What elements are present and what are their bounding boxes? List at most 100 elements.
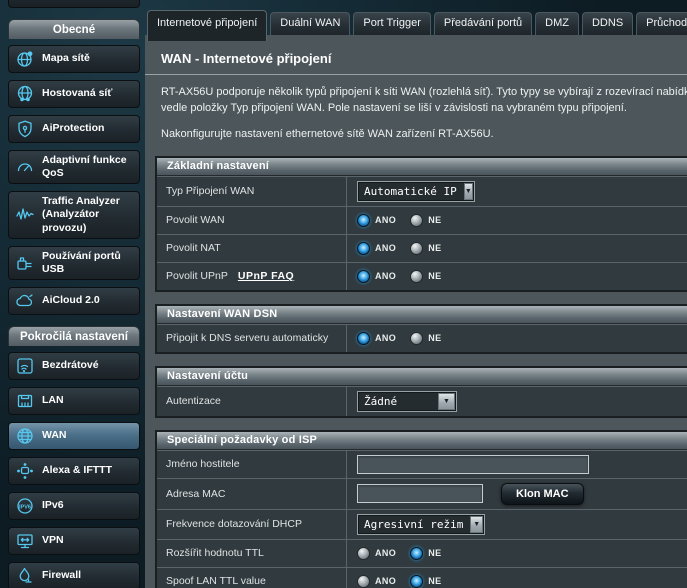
wan-dns-table: Nastavení WAN DSN Připojit k DNS serveru…: [155, 304, 687, 354]
row-label: Adresa MAC: [157, 479, 347, 509]
network-map-icon: [15, 49, 35, 69]
monitor-icon: [15, 531, 35, 551]
hostname-input[interactable]: [357, 455, 589, 474]
table-row: Rozšířit hodnotu TTL ANO NE: [157, 539, 687, 567]
sidebar: Rychlé nastavení Internetu Obecné Mapa s…: [0, 0, 140, 588]
table-row: Spoof LAN TTL value ANO NE: [157, 567, 687, 588]
sidebar-item-label: Mapa sítě: [42, 52, 90, 65]
upnp-faq-link[interactable]: UPnP FAQ: [238, 270, 294, 282]
table-row: Povolit NAT ANO NE: [157, 234, 687, 262]
table-row: Autentizace Žádné ▼: [157, 386, 687, 416]
radio-no[interactable]: [410, 547, 423, 560]
sidebar-item-aiprotection[interactable]: AiProtection: [8, 115, 140, 143]
sidebar-item-label: WAN: [42, 429, 67, 442]
wan-settings-panel: WAN - Internetové připojení RT-AX56U pod…: [145, 35, 687, 588]
enable-upnp-radio-group: ANO NE: [357, 270, 451, 283]
sidebar-item-ipv6[interactable]: IPV6 IPv6: [8, 492, 140, 520]
sidebar-item-label: Bezdrátové: [42, 359, 99, 372]
tab-nat-passthrough[interactable]: Průchod NAT: [636, 12, 687, 35]
quick-setup-icon: [15, 0, 35, 3]
sidebar-item-usb-application[interactable]: Používání portů USB: [8, 246, 140, 280]
gauge-icon: [15, 157, 35, 177]
main-content: Internetové připojení Duální WAN Port Tr…: [140, 0, 687, 588]
page-description-2: Nakonfigurujte nastavení ethernetové sít…: [145, 127, 687, 143]
spoof-lan-ttl-radio-group: ANO NE: [357, 575, 451, 588]
basic-settings-table: Základní nastavení Typ Připojení WAN Aut…: [155, 156, 687, 292]
tab-port-forwarding[interactable]: Předávání portů: [434, 12, 532, 35]
tab-ddns[interactable]: DDNS: [582, 12, 633, 35]
dhcp-query-frequency-select[interactable]: Agresivní režim ▼: [357, 514, 485, 535]
radio-no[interactable]: [410, 270, 423, 283]
row-label: Jméno hostitele: [157, 451, 347, 478]
tab-dual-wan[interactable]: Duální WAN: [270, 12, 350, 35]
chevron-down-icon: ▼: [464, 183, 473, 200]
sidebar-item-firewall[interactable]: Firewall: [8, 562, 140, 588]
sidebar-item-vpn[interactable]: VPN: [8, 527, 140, 555]
table-row: Jméno hostitele: [157, 450, 687, 478]
radio-yes[interactable]: [357, 332, 370, 345]
table-row: Frekvence dotazování DHCP Agresivní reži…: [157, 509, 687, 539]
radio-yes[interactable]: [357, 214, 370, 227]
sidebar-item-aicloud[interactable]: AiCloud 2.0: [8, 287, 140, 315]
extend-ttl-radio-group: ANO NE: [357, 547, 451, 560]
row-label: Připojit k DNS serveru automaticky: [157, 325, 347, 352]
sidebar-item-label: Hostovaná síť: [42, 87, 112, 100]
router-admin-page: Rychlé nastavení Internetu Obecné Mapa s…: [0, 0, 687, 588]
enable-nat-radio-group: ANO NE: [357, 242, 451, 255]
tab-port-trigger[interactable]: Port Trigger: [353, 12, 430, 35]
section-title: Nastavení WAN DSN: [157, 306, 687, 324]
sidebar-item-lan[interactable]: LAN: [8, 387, 140, 415]
usb-icon: [15, 253, 35, 273]
sidebar-item-adaptive-qos[interactable]: Adaptivní funkce QoS: [8, 150, 140, 184]
sidebar-item-label: Firewall: [42, 569, 81, 582]
isp-requirements-table: Speciální požadavky od ISP Jméno hostite…: [155, 430, 687, 588]
tab-dmz[interactable]: DMZ: [535, 12, 579, 35]
table-row: Připojit k DNS serveru automaticky ANO N…: [157, 324, 687, 352]
row-label: Povolit NAT: [157, 235, 347, 262]
guest-network-icon: [15, 84, 35, 104]
sidebar-item-label: Alexa & IFTTT: [42, 464, 112, 477]
radio-no[interactable]: [410, 332, 423, 345]
sidebar-item-alexa-ifttt[interactable]: Alexa & IFTTT: [8, 457, 140, 485]
radio-no[interactable]: [410, 242, 423, 255]
sidebar-item-label: Používání portů USB: [42, 250, 136, 276]
mac-address-input[interactable]: [357, 484, 483, 503]
chevron-down-icon: ▼: [438, 393, 455, 410]
radio-yes[interactable]: [357, 575, 370, 588]
table-row: Povolit WAN ANO NE: [157, 206, 687, 234]
lan-port-icon: [15, 391, 35, 411]
radio-no[interactable]: [410, 214, 423, 227]
authentication-select[interactable]: Žádné ▼: [357, 391, 457, 412]
radio-no[interactable]: [410, 575, 423, 588]
sidebar-item-label: VPN: [42, 534, 64, 547]
section-title: Nastavení účtu: [157, 368, 687, 386]
wan-connection-type-select[interactable]: Automatické IP ▼: [357, 181, 475, 202]
page-title: WAN - Internetové připojení: [145, 49, 687, 75]
sidebar-item-label: Traffic Analyzer (Analyzátor provozu): [42, 195, 136, 234]
section-title: Základní nastavení: [157, 158, 687, 176]
flame-icon: [15, 566, 35, 586]
sidebar-item-network-map[interactable]: Mapa sítě: [8, 45, 140, 73]
chevron-down-icon: ▼: [470, 516, 483, 533]
page-description-1: RT-AX56U podporuje několik typů připojen…: [145, 85, 687, 117]
sidebar-item-label: Adaptivní funkce QoS: [42, 154, 136, 180]
radio-yes[interactable]: [357, 242, 370, 255]
sidebar-item-guest-network[interactable]: Hostovaná síť: [8, 80, 140, 108]
row-label: Frekvence dotazování DHCP: [157, 510, 347, 539]
sidebar-item-label: IPv6: [42, 499, 64, 512]
sidebar-item-wan[interactable]: WAN: [8, 422, 140, 450]
tab-internet-connection[interactable]: Internetové připojení: [147, 10, 267, 41]
account-settings-table: Nastavení účtu Autentizace Žádné ▼: [155, 366, 687, 418]
clone-mac-button[interactable]: Klon MAC: [501, 483, 584, 505]
sidebar-item-traffic-analyzer[interactable]: Traffic Analyzer (Analyzátor provozu): [8, 191, 140, 238]
sidebar-item-label: LAN: [42, 394, 64, 407]
row-label: Povolit WAN: [157, 207, 347, 234]
sidebar-item-quick-internet-setup[interactable]: Rychlé nastavení Internetu: [8, 0, 140, 8]
radio-yes[interactable]: [357, 547, 370, 560]
row-label: Rozšířit hodnotu TTL: [157, 540, 347, 567]
globe-icon: [15, 426, 35, 446]
sidebar-section-general: Obecné: [8, 19, 140, 39]
sidebar-item-wireless[interactable]: Bezdrátové: [8, 352, 140, 380]
radio-yes[interactable]: [357, 270, 370, 283]
table-row: Typ Připojení WAN Automatické IP ▼: [157, 176, 687, 206]
